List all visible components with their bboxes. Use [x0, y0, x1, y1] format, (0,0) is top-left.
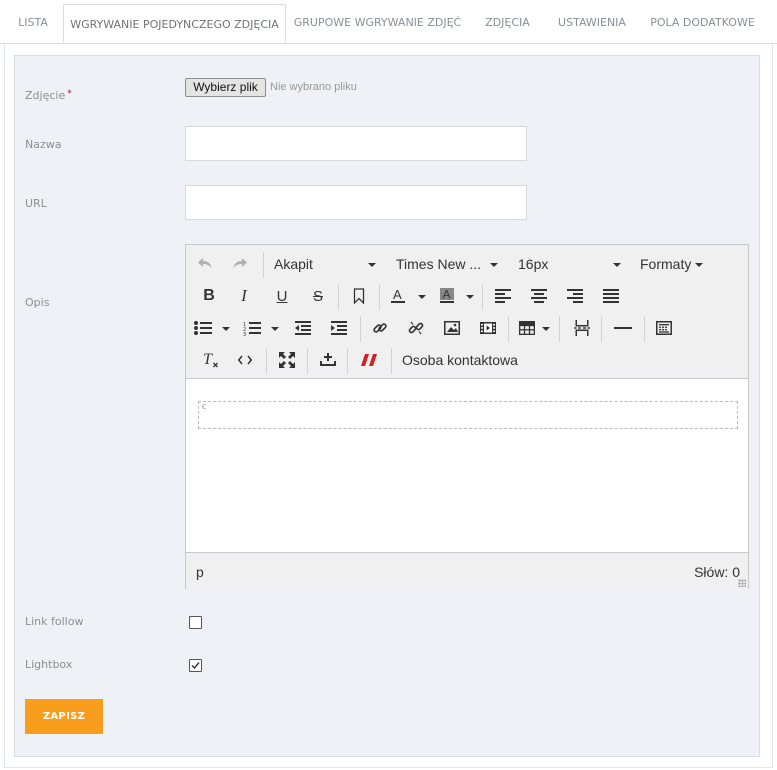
lightbox-checkbox[interactable]: [189, 659, 202, 672]
name-input[interactable]: [185, 126, 527, 161]
red-custom-plugin-icon[interactable]: [356, 348, 382, 372]
text-color-chevron-icon[interactable]: [418, 295, 426, 299]
photo-label: Zdjęcie *: [25, 89, 72, 102]
table-chevron-icon[interactable]: [542, 327, 550, 331]
link-follow-checkbox[interactable]: [189, 616, 202, 629]
image-icon[interactable]: [439, 316, 465, 340]
fullscreen-icon[interactable]: [274, 348, 300, 372]
element-path[interactable]: p: [196, 564, 204, 580]
toolbar-row-1: Akapit Times New ... 16px Formaty: [186, 248, 748, 280]
outdent-icon[interactable]: [290, 316, 316, 340]
formats-menu[interactable]: Formaty: [640, 252, 691, 276]
tab-extra-fields[interactable]: POLA DODATKOWE: [640, 3, 765, 43]
svg-text:A: A: [443, 288, 451, 302]
description-label: Opis: [25, 296, 50, 309]
redo-icon[interactable]: [227, 252, 253, 276]
contact-person-button[interactable]: Osoba kontaktowa: [402, 348, 518, 372]
paragraph-select-chevron-icon: [368, 263, 376, 267]
clear-formatting-icon[interactable]: T: [198, 348, 224, 372]
required-mark: *: [67, 89, 72, 99]
bullet-list-chevron-icon[interactable]: [222, 327, 230, 331]
toolbar-row-4: T Osoba kontaktowa: [186, 344, 748, 376]
undo-icon[interactable]: [192, 252, 218, 276]
toolbar-row-2: B I U S A A: [186, 280, 748, 312]
insert-icon[interactable]: [315, 348, 341, 372]
background-color-chevron-icon[interactable]: [466, 295, 474, 299]
media-icon[interactable]: [475, 316, 501, 340]
bookmark-icon[interactable]: [346, 284, 372, 308]
name-label: Nazwa: [25, 138, 62, 151]
rich-text-editor: Akapit Times New ... 16px Formaty B I U …: [185, 244, 749, 589]
url-label: URL: [25, 197, 47, 210]
paragraph-select[interactable]: Akapit: [274, 252, 313, 276]
font-family-chevron-icon: [490, 263, 498, 267]
source-code-icon[interactable]: [232, 348, 258, 372]
horizontal-rule-icon[interactable]: [610, 316, 636, 340]
tab-single-upload[interactable]: WGRYWANIE POJEDYNCZEGO ZDJĘCIA: [63, 4, 286, 43]
editor-content-area[interactable]: Ꞓ: [186, 378, 748, 553]
file-status: Nie wybrano pliku: [270, 81, 357, 93]
svg-text:T: T: [203, 351, 213, 368]
numbered-list-chevron-icon[interactable]: [271, 327, 279, 331]
underline-icon[interactable]: U: [269, 284, 295, 308]
bullet-list-icon[interactable]: [192, 316, 214, 340]
tab-bar: LISTA WGRYWANIE POJEDYNCZEGO ZDJĘCIA GRU…: [0, 0, 777, 44]
page-break-icon[interactable]: [569, 316, 595, 340]
font-family-select[interactable]: Times New ...: [396, 252, 481, 276]
link-follow-label: Link follow: [25, 615, 84, 628]
tab-settings[interactable]: USTAWIENIA: [546, 3, 638, 43]
indent-icon[interactable]: [326, 316, 352, 340]
align-center-icon[interactable]: [526, 284, 552, 308]
font-size-chevron-icon: [613, 263, 621, 267]
tab-lista[interactable]: LISTA: [4, 3, 62, 43]
word-count: Słów: 0: [694, 564, 740, 580]
text-color-icon[interactable]: A: [386, 284, 410, 308]
tab-group-upload[interactable]: GRUPOWE WGRYWANIE ZDJĘĆ: [286, 3, 469, 43]
save-button[interactable]: ZAPISZ: [25, 699, 103, 734]
resize-handle-icon[interactable]: [738, 579, 746, 587]
font-size-select[interactable]: 16px: [518, 252, 548, 276]
svg-text:A: A: [393, 287, 402, 302]
anchor-icon: Ꞓ: [202, 403, 207, 411]
url-input[interactable]: [185, 185, 527, 220]
tab-photos[interactable]: ZDJĘCIA: [470, 3, 545, 43]
link-icon[interactable]: [367, 316, 393, 340]
choose-file-button[interactable]: Wybierz plik: [185, 78, 266, 97]
empty-paragraph-block[interactable]: Ꞓ: [198, 401, 738, 429]
background-color-icon[interactable]: A: [435, 284, 459, 308]
bold-icon[interactable]: B: [196, 284, 222, 308]
lightbox-label: Lightbox: [25, 658, 73, 671]
align-right-icon[interactable]: [562, 284, 588, 308]
italic-icon[interactable]: I: [231, 284, 257, 308]
editor-status-bar: p Słów: 0: [186, 552, 748, 589]
visual-blocks-icon[interactable]: [651, 316, 677, 340]
numbered-list-icon[interactable]: 123: [241, 316, 263, 340]
table-icon[interactable]: [516, 316, 538, 340]
svg-text:3: 3: [243, 332, 246, 336]
check-icon: [191, 662, 200, 670]
align-justify-icon[interactable]: [598, 284, 624, 308]
toolbar-row-3: 123: [186, 312, 748, 344]
strikethrough-icon[interactable]: S: [305, 284, 331, 308]
align-left-icon[interactable]: [490, 284, 516, 308]
unlink-icon[interactable]: [403, 316, 429, 340]
formats-chevron-icon: [695, 263, 703, 267]
